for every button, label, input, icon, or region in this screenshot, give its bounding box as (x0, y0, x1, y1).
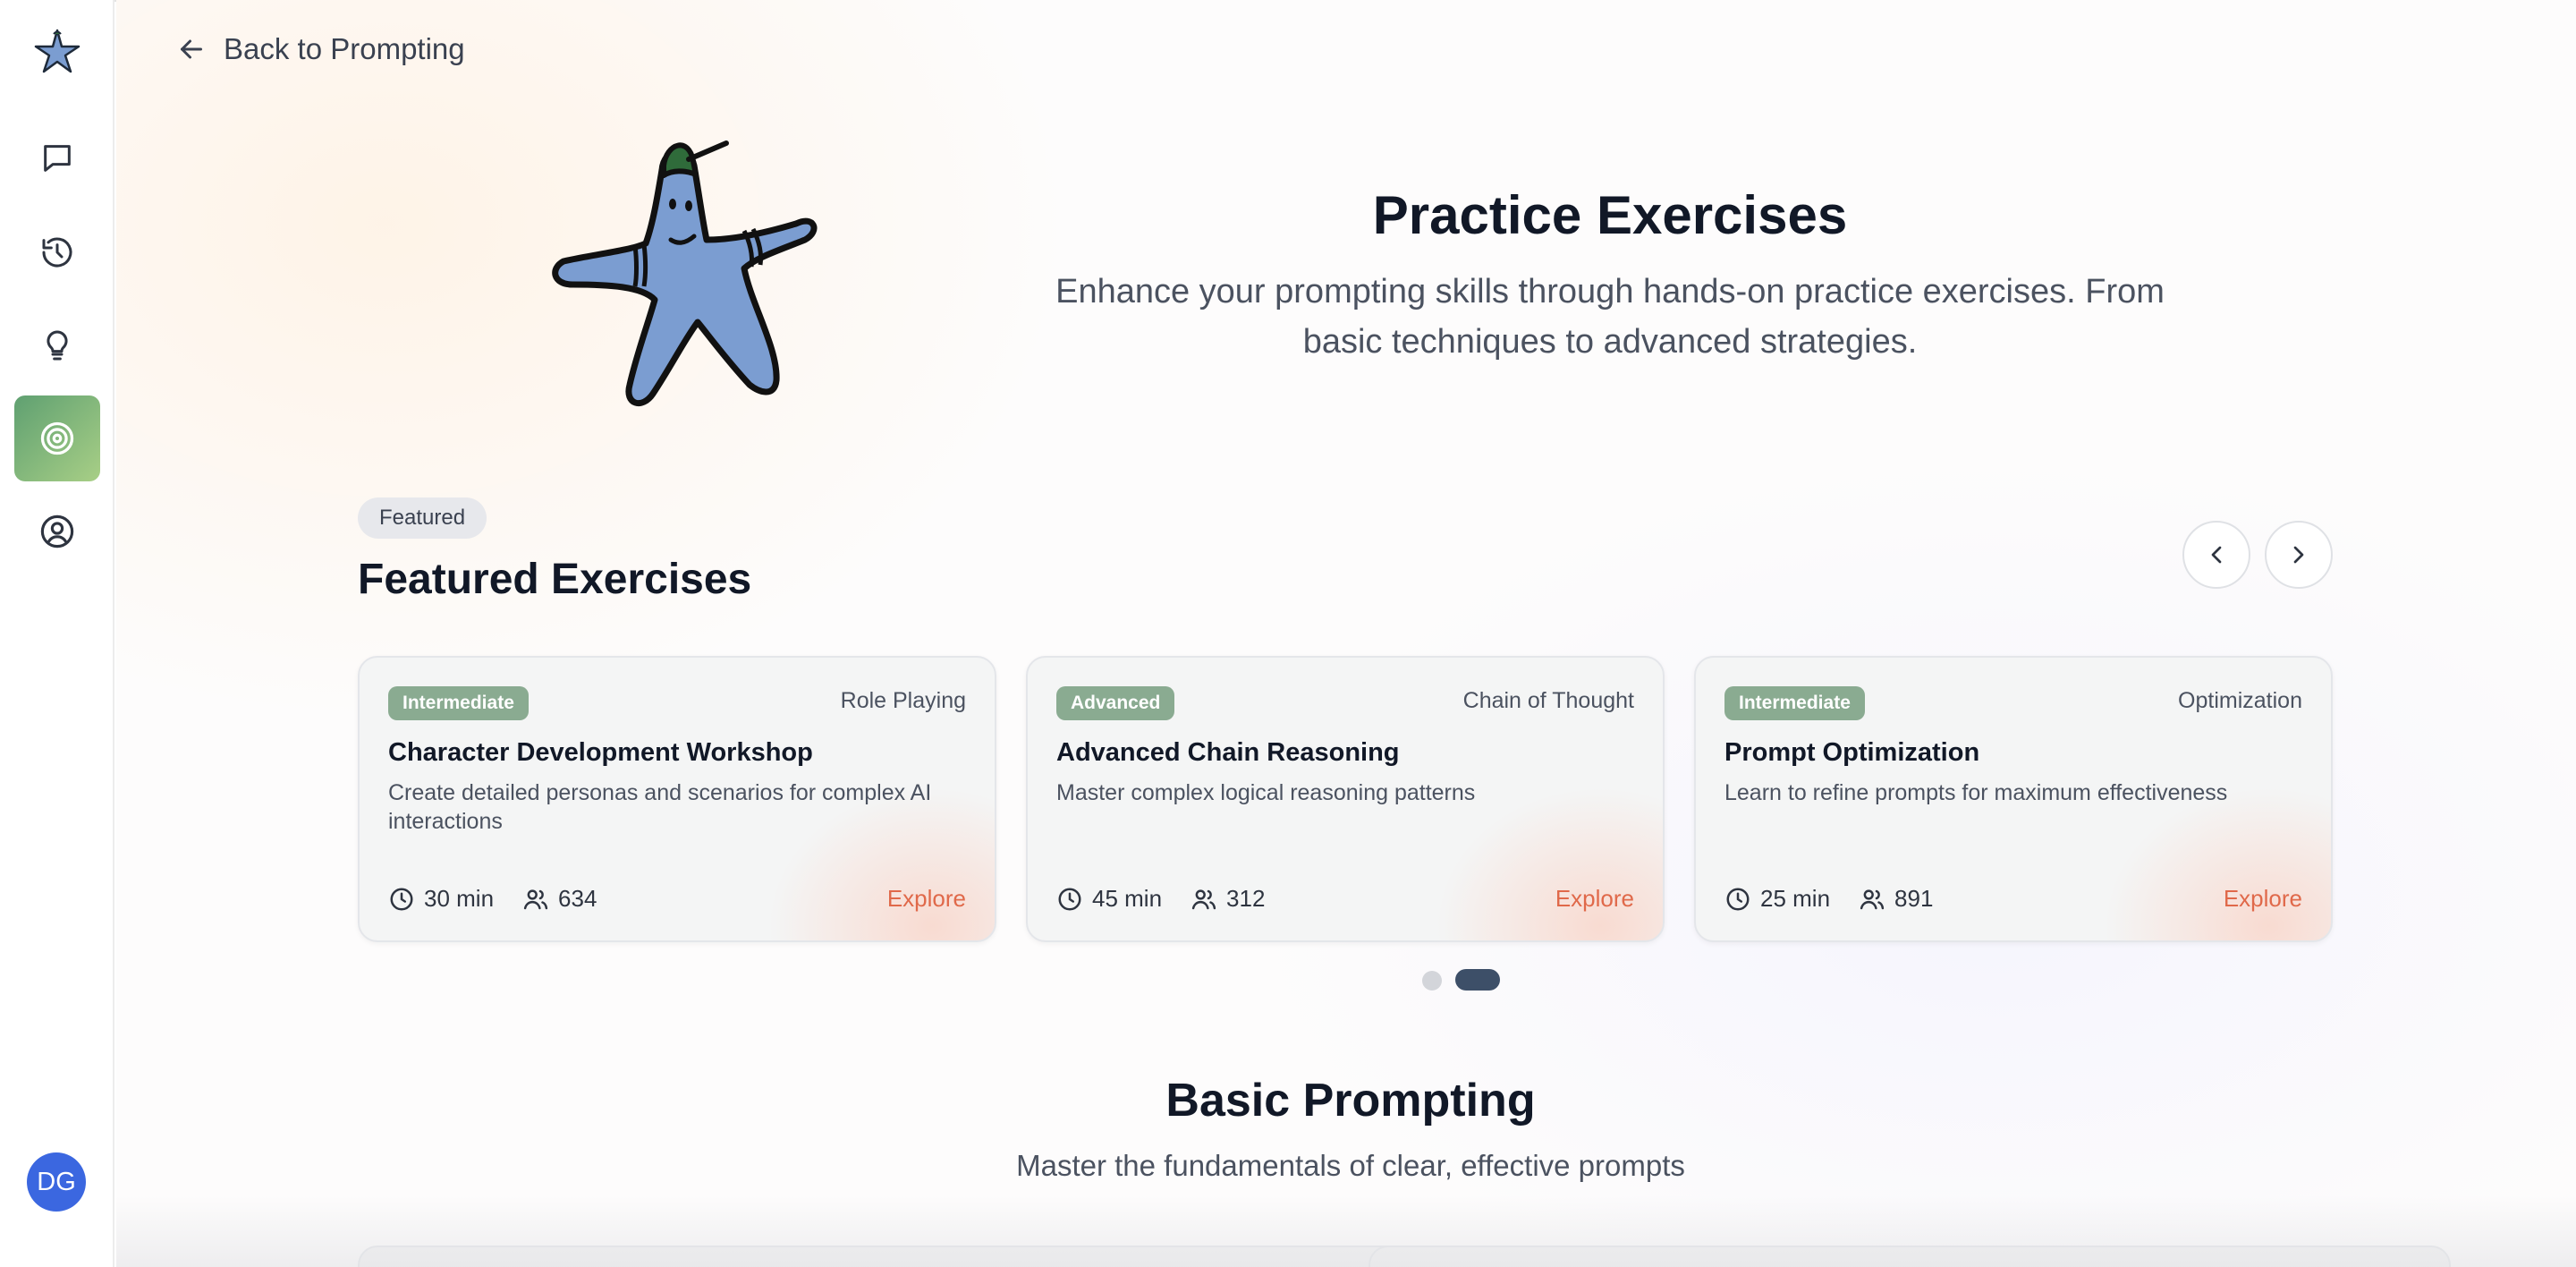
basic-section-title: Basic Prompting (1165, 1075, 1536, 1127)
sidebar: DG (0, 0, 114, 1267)
users-icon (1860, 889, 1885, 909)
page-title: Practice Exercises (1372, 185, 1848, 245)
arrow-left-icon (181, 39, 202, 59)
carousel-prev-button[interactable] (2182, 521, 2250, 589)
target-icon (40, 421, 74, 455)
exercise-card[interactable]: Intermediate Optimization Prompt Optimiz… (1694, 656, 2333, 942)
explore-link[interactable]: Explore (2224, 885, 2302, 913)
users-icon (523, 889, 548, 909)
back-link[interactable]: Back to Prompting (175, 32, 465, 66)
category-label: Role Playing (840, 688, 966, 713)
participant-count: 634 (558, 885, 597, 912)
exercise-meta: 30 min 634 (388, 885, 597, 913)
exercise-card[interactable]: Advanced Chain of Thought Advanced Chain… (1026, 656, 1665, 942)
clock-icon (1058, 888, 1081, 910)
featured-badge: Featured (358, 497, 487, 539)
explore-link[interactable]: Explore (1555, 885, 1634, 913)
exercise-title: Character Development Workshop (388, 738, 813, 767)
history-icon (42, 237, 72, 268)
difficulty-badge: Intermediate (388, 686, 529, 720)
profile-nav-button[interactable] (14, 489, 100, 574)
exercise-meta: 25 min 891 (1724, 885, 1933, 913)
ideas-nav-button[interactable] (14, 302, 100, 388)
exercise-title: Advanced Chain Reasoning (1056, 738, 1400, 767)
carousel-dot-1[interactable] (1422, 971, 1442, 991)
chat-nav-button[interactable] (14, 115, 100, 201)
clock-icon (390, 888, 413, 910)
duration: 30 min (424, 885, 495, 912)
featured-section-title: Featured Exercises (358, 556, 752, 603)
duration: 25 min (1760, 885, 1831, 912)
exercise-description: Create detailed personas and scenarios f… (388, 780, 932, 834)
back-link-label: Back to Prompting (224, 32, 465, 65)
history-nav-button[interactable] (14, 209, 100, 295)
duration: 45 min (1092, 885, 1163, 912)
lightbulb-icon (47, 330, 68, 361)
participant-count: 312 (1226, 885, 1266, 912)
logo-icon[interactable] (32, 27, 82, 77)
category-label: Optimization (2178, 688, 2302, 713)
basic-section-subtitle: Master the fundamentals of clear, effect… (1016, 1149, 1685, 1182)
chevron-right-icon (2293, 546, 2304, 564)
difficulty-badge: Intermediate (1724, 686, 1865, 720)
carousel-dot-2-active[interactable] (1455, 969, 1500, 991)
explore-link[interactable]: Explore (887, 885, 966, 913)
user-avatar[interactable]: DG (27, 1152, 86, 1212)
chevron-left-icon (2211, 546, 2222, 564)
profile-icon (40, 514, 74, 548)
exercise-title: Prompt Optimization (1724, 738, 1980, 767)
users-icon (1191, 889, 1216, 909)
page-subtitle: Enhance your prompting skills through ha… (1055, 273, 2165, 361)
category-label: Chain of Thought (1462, 688, 1634, 713)
bottom-fade (116, 1195, 2576, 1267)
difficulty-badge: Advanced (1056, 686, 1175, 720)
exercise-description: Learn to refine prompts for maximum effe… (1724, 780, 2228, 805)
exercise-card[interactable]: Intermediate Role Playing Character Deve… (358, 656, 996, 942)
main-content: Back to Prompting Practice Exercises Enh… (116, 0, 2576, 1267)
exercise-description: Master complex logical reasoning pattern… (1056, 780, 1476, 805)
carousel-next-button[interactable] (2265, 521, 2333, 589)
clock-icon (1726, 888, 1750, 910)
chat-icon (44, 145, 71, 172)
exercise-meta: 45 min 312 (1056, 885, 1265, 913)
participant-count: 891 (1894, 885, 1934, 912)
starfish-mascot-illustration (552, 140, 818, 406)
practice-nav-button[interactable] (14, 395, 100, 481)
